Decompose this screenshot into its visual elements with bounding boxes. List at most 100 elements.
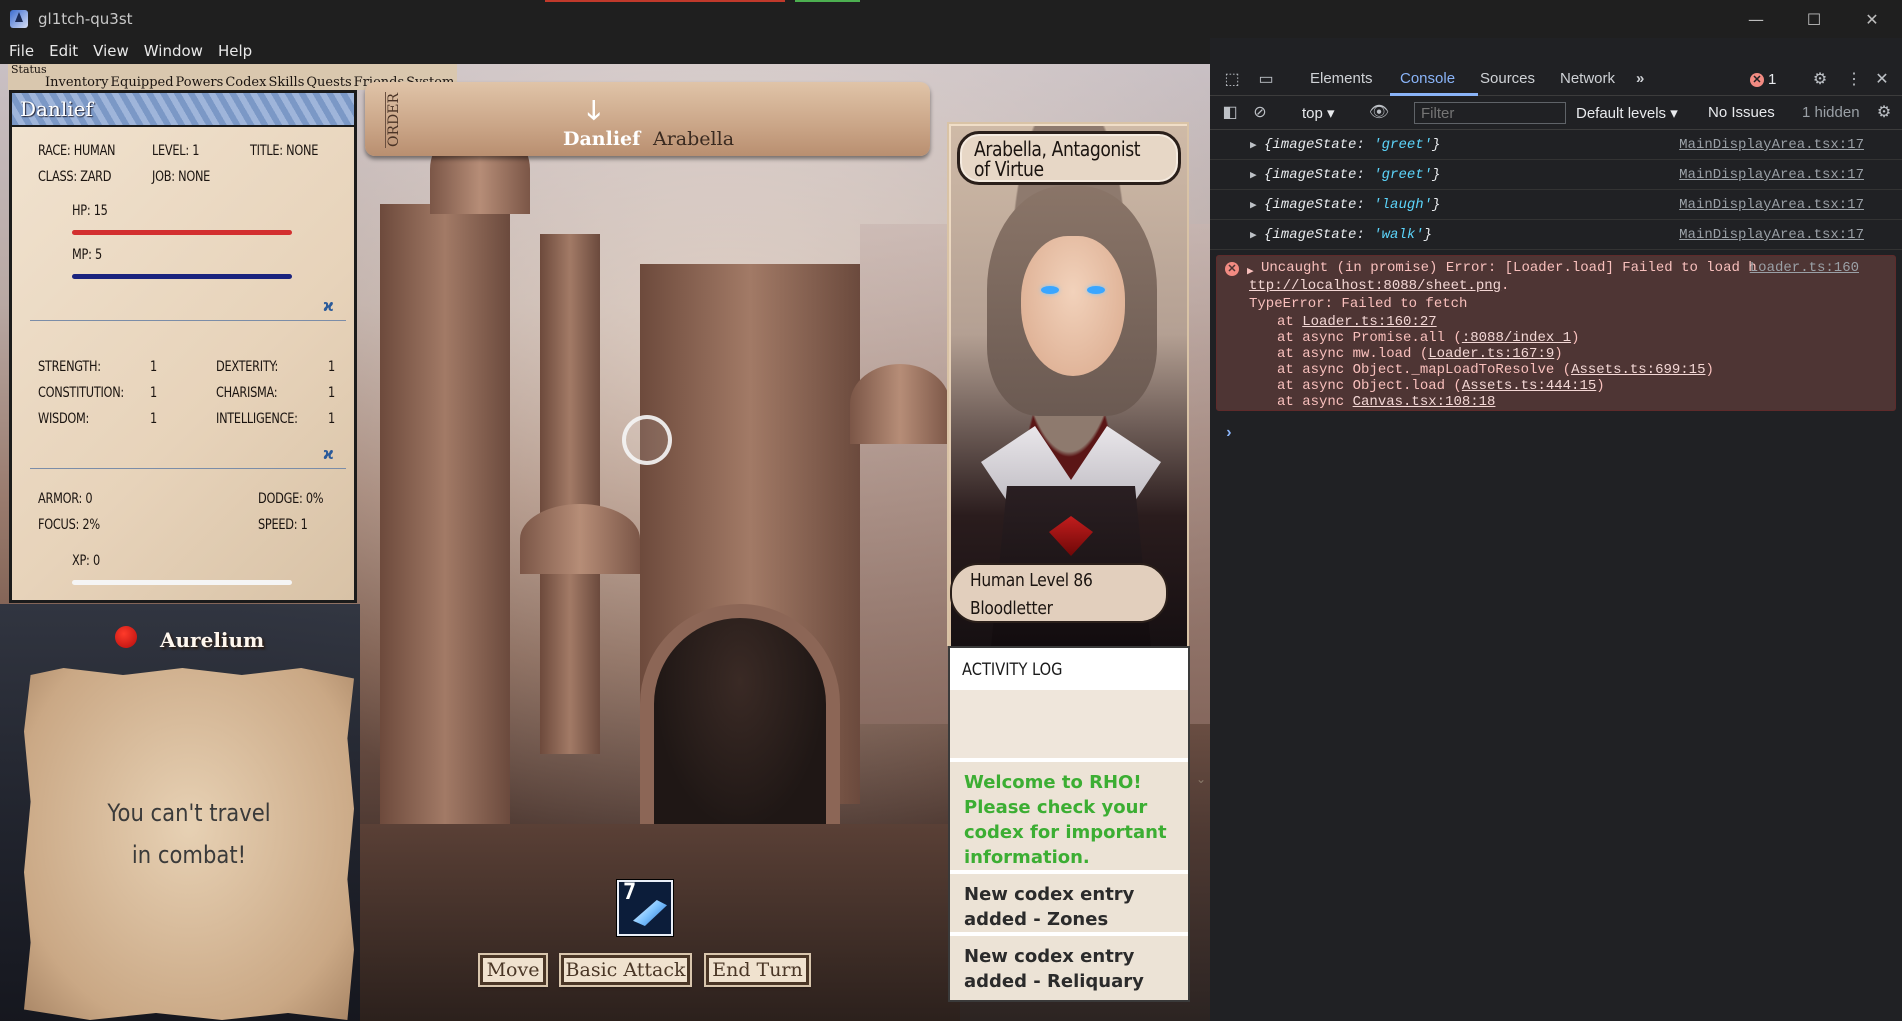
error-count-badge[interactable]: ✕ 1 (1750, 71, 1776, 88)
expand-triangle-icon[interactable]: ▶ (1250, 138, 1257, 152)
log-value: 'greet' (1373, 137, 1433, 153)
menu-edit[interactable]: Edit (48, 42, 85, 60)
error-source-link[interactable]: Loader.ts:160 (1750, 260, 1859, 276)
expand-triangle-icon[interactable]: ▶ (1250, 168, 1257, 182)
turn-next: Arabella (653, 128, 735, 150)
console-log-row[interactable]: ▶ {imageState: 'greet'} MainDisplayArea.… (1210, 160, 1902, 190)
turn-order-label: ORDER (385, 92, 407, 148)
error-type: TypeError: Failed to fetch (1249, 296, 1468, 312)
console-log-row[interactable]: ▶ {imageState: 'walk'} MainDisplayArea.t… (1210, 220, 1902, 250)
menu-view[interactable]: View (92, 42, 136, 60)
tab-console[interactable]: Console (1400, 70, 1455, 87)
sidebar-toggle-icon[interactable]: ◧ (1220, 103, 1240, 123)
stack-link[interactable]: Loader.ts:167:9 (1428, 346, 1554, 362)
stack-frame: at Loader.ts:160:27 (1277, 314, 1437, 330)
speed-stat: SPEED: 1 (258, 517, 308, 533)
stack-suffix: ) (1705, 362, 1714, 378)
stack-frame: at async Object.load (Assets.ts:444:15) (1277, 378, 1605, 394)
stack-prefix: at async Object._mapLoadToResolve ( (1277, 362, 1572, 378)
log-source-link[interactable]: MainDisplayArea.tsx:17 (1679, 167, 1864, 183)
tab-quests[interactable]: Quests (305, 76, 352, 90)
title-accent-strip-green (795, 0, 860, 2)
stack-prefix: at async mw.load ( (1277, 346, 1429, 362)
title-stat: TITLE: NONE (250, 143, 319, 159)
kebab-menu-icon[interactable]: ⋮ (1844, 70, 1864, 90)
log-object: {imageState: 'greet'} (1264, 167, 1441, 183)
clear-console-icon[interactable]: ⊘ (1250, 103, 1270, 123)
gear-icon[interactable]: ⚙ (1810, 70, 1830, 90)
maximize-button[interactable]: ☐ (1786, 0, 1842, 38)
skill-slot[interactable]: 7 (617, 880, 673, 936)
stack-frame: at async Promise.all (:8088/index 1) (1277, 330, 1579, 346)
zone-name: Aurelium (160, 628, 265, 652)
scene-tower-mid (540, 234, 600, 754)
tab-status[interactable]: Status (10, 63, 48, 77)
wisdom-label: WISDOM: (38, 411, 90, 427)
log-source-link[interactable]: MainDisplayArea.tsx:17 (1679, 137, 1864, 153)
console-log-row[interactable]: ▶ {imageState: 'laugh'} MainDisplayArea.… (1210, 190, 1902, 220)
tab-sources[interactable]: Sources (1480, 70, 1535, 87)
level-stat: LEVEL: 1 (152, 143, 200, 159)
menu-file[interactable]: File (8, 42, 41, 60)
move-button[interactable]: Move (480, 955, 546, 985)
tab-skills[interactable]: Skills (267, 76, 305, 90)
portrait-eye-left (1041, 286, 1059, 294)
device-toolbar-icon[interactable]: ▭ (1256, 70, 1276, 90)
console-prompt-icon[interactable]: › (1224, 424, 1234, 442)
chevron-down-icon[interactable]: ⌄ (1196, 772, 1206, 792)
close-window-button[interactable]: ✕ (1844, 0, 1900, 38)
scene-gate (640, 604, 840, 844)
console-settings-icon[interactable]: ⚙ (1874, 103, 1894, 123)
end-turn-button[interactable]: End Turn (706, 955, 809, 985)
expand-triangle-icon[interactable]: ▶ (1247, 264, 1254, 278)
log-source-link[interactable]: MainDisplayArea.tsx:17 (1679, 227, 1864, 243)
menu-window[interactable]: Window (143, 42, 210, 60)
close-icon[interactable]: ✕ (1872, 70, 1892, 90)
tab-codex[interactable]: Codex (224, 76, 267, 90)
scene-dome-3 (850, 364, 950, 444)
activity-log[interactable]: ACTIVITY LOG Welcome to RHO! Please chec… (948, 646, 1190, 1002)
intelligence-label: INTELLIGENCE: (216, 411, 298, 427)
race-stat: RACE: HUMAN (38, 143, 116, 159)
stack-link[interactable]: Canvas.tsx:108:18 (1353, 394, 1496, 410)
expand-triangle-icon[interactable]: ▶ (1250, 198, 1257, 212)
menu-bar: File Edit View Window Help (0, 38, 1210, 64)
basic-attack-button[interactable]: Basic Attack (561, 955, 690, 985)
app-wizard-icon (10, 10, 28, 28)
tab-equipped[interactable]: Equipped (110, 76, 175, 90)
stack-link[interactable]: Assets.ts:699:15 (1571, 362, 1705, 378)
console-log-row[interactable]: ▶ {imageState: 'greet'} MainDisplayArea.… (1210, 130, 1902, 160)
console-filter-input[interactable] (1414, 102, 1566, 124)
tab-inventory[interactable]: Inventory (44, 76, 110, 90)
constitution-value: 1 (150, 385, 157, 401)
stack-link[interactable]: Assets.ts:444:15 (1462, 378, 1596, 394)
log-key: imageState (1272, 137, 1357, 153)
enemy-level: Human Level 86 Bloodletter (950, 563, 1168, 623)
log-levels-dropdown[interactable]: Default levels ▾ (1576, 104, 1678, 122)
hp-label: HP: 15 (72, 203, 108, 219)
menu-help[interactable]: Help (217, 42, 259, 60)
character-name: Danlief (20, 97, 93, 121)
tab-elements[interactable]: Elements (1310, 70, 1373, 87)
minimize-button[interactable]: — (1728, 0, 1784, 38)
swirl-icon: ϰ (323, 296, 334, 315)
inspect-element-icon[interactable]: ⬚ (1222, 70, 1242, 90)
stack-link[interactable]: Loader.ts:160:27 (1302, 314, 1436, 330)
eye-icon[interactable]: 👁 (1368, 103, 1390, 123)
issues-button[interactable]: No Issues (1708, 104, 1775, 121)
context-selector[interactable]: top ▾ (1302, 104, 1335, 122)
expand-triangle-icon[interactable]: ▶ (1250, 228, 1257, 242)
tab-powers[interactable]: Powers (175, 76, 225, 90)
console-output: ▶ {imageState: 'greet'} MainDisplayArea.… (1210, 130, 1902, 1021)
title-accent-strip (545, 0, 785, 2)
activity-log-blank (950, 690, 1188, 758)
stack-prefix: at async Promise.all ( (1277, 330, 1462, 346)
more-tabs-icon[interactable]: » (1636, 70, 1644, 87)
turn-current: Danlief (563, 128, 641, 150)
tab-network[interactable]: Network (1560, 70, 1615, 87)
log-key: imageState (1272, 197, 1357, 213)
log-source-link[interactable]: MainDisplayArea.tsx:17 (1679, 197, 1864, 213)
status-header: Danlief (12, 93, 354, 127)
stack-link[interactable]: :8088/index 1 (1462, 330, 1571, 346)
error-url-link[interactable]: ttp://localhost:8088/sheet.png (1249, 278, 1501, 294)
